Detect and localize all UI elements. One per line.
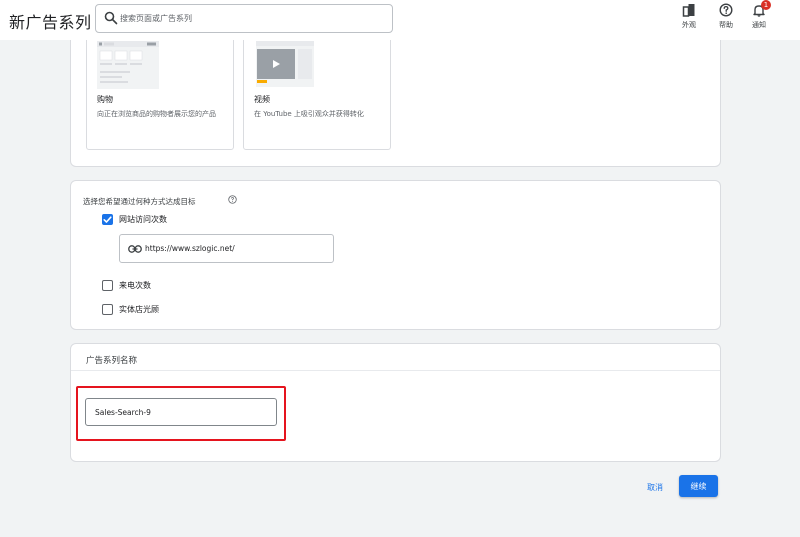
website-visits-checkbox[interactable] xyxy=(102,214,113,225)
goal-tile-video[interactable]: 视频 在 YouTube 上吸引观众并获得转化 xyxy=(243,23,391,150)
store-visits-checkbox[interactable] xyxy=(102,304,113,315)
search-input[interactable] xyxy=(120,5,385,32)
question-help-icon[interactable] xyxy=(228,195,237,204)
notification-badge: 1 xyxy=(761,0,771,10)
reach-goal-card: 选择您希望通过何种方式达成目标 网站访问次数 来电次数 实体店光顾 xyxy=(70,180,721,330)
shopping-thumbnail-icon xyxy=(97,41,159,89)
campaign-name-card: 广告系列名称 xyxy=(70,343,721,462)
continue-button[interactable]: 继续 xyxy=(679,475,718,497)
cancel-button[interactable]: 取消 xyxy=(640,478,670,496)
video-thumbnail-icon xyxy=(256,41,314,87)
campaign-name-input[interactable] xyxy=(95,399,265,425)
campaign-name-field[interactable] xyxy=(85,398,277,426)
phone-calls-checkbox[interactable] xyxy=(102,280,113,291)
goal-title-shopping: 购物 xyxy=(97,95,113,104)
top-header: 新广告系列 外观 帮助 1 通知 xyxy=(0,0,800,40)
help-button[interactable]: 帮助 xyxy=(713,3,739,33)
website-url-field[interactable] xyxy=(119,234,334,263)
appearance-button[interactable]: 外观 xyxy=(676,3,702,33)
appearance-icon xyxy=(682,4,695,17)
store-visits-label: 实体店光顾 xyxy=(119,305,159,314)
notifications-button[interactable]: 1 通知 xyxy=(746,0,772,33)
notifications-label: 通知 xyxy=(752,21,766,29)
phone-calls-label: 来电次数 xyxy=(119,281,151,290)
goal-description-shopping: 向正在浏览商品的购物者展示您的产品 xyxy=(97,110,216,118)
appearance-label: 外观 xyxy=(682,21,696,29)
page-title: 新广告系列 xyxy=(9,13,92,32)
goal-title-video: 视频 xyxy=(254,95,270,104)
search-box[interactable] xyxy=(95,4,393,33)
link-icon xyxy=(128,245,142,253)
reach-goal-question: 选择您希望通过何种方式达成目标 xyxy=(83,197,196,206)
website-visits-label: 网站访问次数 xyxy=(119,215,167,224)
campaign-type-card: 购物 向正在浏览商品的购物者展示您的产品 视频 在 YouTube 上吸引观众并… xyxy=(70,22,721,167)
search-icon xyxy=(104,11,118,25)
section-divider xyxy=(71,370,720,371)
goal-tile-shopping[interactable]: 购物 向正在浏览商品的购物者展示您的产品 xyxy=(86,23,234,150)
website-url-input[interactable] xyxy=(145,235,330,262)
checkmark-icon xyxy=(103,216,112,223)
campaign-name-title: 广告系列名称 xyxy=(86,356,138,366)
help-label: 帮助 xyxy=(719,21,733,29)
help-icon xyxy=(719,3,733,17)
goal-description-video: 在 YouTube 上吸引观众并获得转化 xyxy=(254,110,364,118)
